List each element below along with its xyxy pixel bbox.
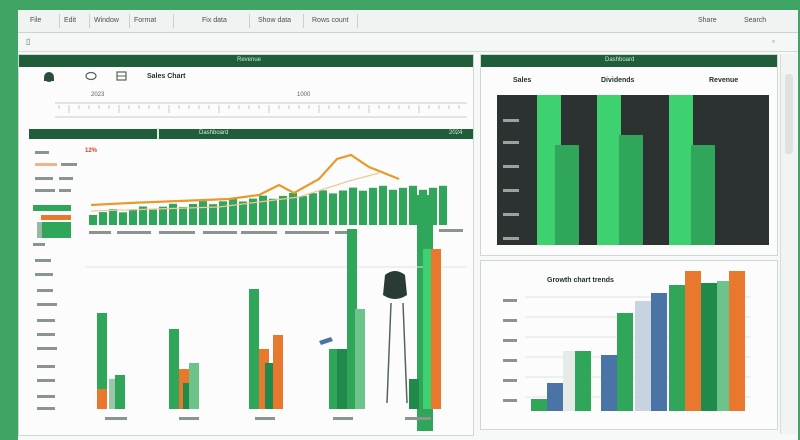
app-window: File Edit Window Format Fix data Show da… bbox=[18, 10, 798, 440]
main-chart-bar bbox=[159, 206, 167, 225]
dark-bar bbox=[669, 95, 693, 245]
growth-bar bbox=[651, 293, 667, 411]
main-chart-bar bbox=[129, 209, 137, 225]
menu-item-edit[interactable]: Edit bbox=[60, 14, 90, 28]
main-chart-bar bbox=[409, 185, 417, 225]
ruler-ticks bbox=[58, 105, 460, 113]
main-chart-bar bbox=[89, 215, 97, 225]
growth-bar bbox=[729, 271, 745, 411]
bottom-bar bbox=[249, 289, 259, 409]
growth-bar bbox=[635, 301, 651, 411]
dark-bar bbox=[691, 145, 715, 245]
main-chart-xlabels bbox=[89, 229, 463, 234]
main-chart-bar bbox=[119, 212, 127, 225]
main-chart-bar bbox=[319, 190, 327, 225]
menu-item-format[interactable]: Format bbox=[130, 14, 174, 28]
left-axis-labels bbox=[35, 151, 77, 192]
growth-bar bbox=[601, 355, 617, 411]
vertical-scrollbar[interactable] bbox=[780, 54, 797, 434]
main-chart-bar bbox=[389, 189, 397, 225]
bottom-bar bbox=[337, 349, 347, 409]
menu-item-window[interactable]: Window bbox=[90, 14, 130, 28]
growth-bar bbox=[547, 383, 563, 411]
sales-chart-label[interactable]: Sales Chart bbox=[147, 73, 186, 80]
menu-item-fix-data[interactable]: Fix data bbox=[198, 14, 250, 28]
bottom-bar bbox=[355, 309, 365, 409]
main-chart-bar bbox=[279, 195, 287, 225]
main-chart-bar bbox=[269, 198, 277, 225]
bottom-bar bbox=[273, 335, 283, 409]
sheet-tab-icon[interactable]: ▯ bbox=[26, 37, 30, 46]
bottom-xlabels bbox=[105, 417, 431, 420]
main-chart-bar bbox=[109, 209, 117, 225]
main-chart-bar bbox=[359, 190, 367, 225]
headset-icon bbox=[44, 72, 54, 82]
growth-bar bbox=[701, 283, 717, 411]
dark-bar bbox=[597, 95, 621, 245]
menu-item-file[interactable]: File bbox=[26, 14, 60, 28]
close-sheet-icon[interactable]: ▫ bbox=[772, 37, 775, 46]
main-chart-bar bbox=[199, 201, 207, 225]
growth-axis-labels bbox=[503, 299, 517, 402]
main-chart-bar bbox=[239, 201, 247, 225]
handheld-device-icon bbox=[383, 271, 408, 404]
left-row-labels bbox=[33, 243, 57, 410]
bottom-bar bbox=[431, 249, 441, 409]
menu-bar: File Edit Window Format Fix data Show da… bbox=[18, 10, 798, 33]
main-chart-bar bbox=[309, 193, 317, 225]
left-pane: Sales Chart 2023 1000 Revenue Dashboard … bbox=[18, 54, 474, 436]
main-chart-bar bbox=[379, 185, 387, 225]
growth-bar bbox=[531, 399, 547, 411]
main-chart-bar bbox=[369, 187, 377, 225]
left-pane-title: Revenue bbox=[237, 57, 262, 63]
grid-icon bbox=[116, 71, 127, 81]
bottom-bar bbox=[409, 379, 419, 409]
ruler-label-left: 2023 bbox=[91, 92, 105, 98]
growth-bar bbox=[669, 285, 685, 411]
legend-percent: 12% bbox=[85, 148, 98, 154]
main-chart-bar bbox=[229, 198, 237, 225]
share-menu[interactable]: Share bbox=[698, 14, 717, 28]
growth-chart bbox=[503, 271, 751, 411]
cloud-icon bbox=[85, 71, 97, 81]
dark-bar bbox=[619, 135, 643, 245]
bottom-bar bbox=[115, 375, 125, 409]
main-chart-bar bbox=[259, 195, 267, 225]
main-chart-bar bbox=[399, 187, 407, 225]
ruler-label-right: 1000 bbox=[297, 92, 311, 98]
main-chart-bar bbox=[339, 190, 347, 225]
main-chart-bar bbox=[149, 209, 157, 225]
tab-strip: ▯ ▫ bbox=[18, 33, 798, 52]
growth-bar bbox=[617, 313, 633, 411]
bottom-bar bbox=[97, 389, 107, 409]
section-bar-label[interactable]: Dashboard bbox=[199, 130, 228, 136]
growth-bar bbox=[685, 271, 701, 411]
main-chart-bar bbox=[169, 203, 177, 225]
growth-bars bbox=[531, 271, 745, 411]
right-dark-chart bbox=[497, 95, 769, 245]
main-chart-bar bbox=[99, 212, 107, 225]
scrollbar-thumb[interactable] bbox=[785, 74, 793, 154]
main-chart-bar bbox=[329, 193, 337, 225]
right-bottom-pane: Growth chart trends bbox=[480, 260, 778, 430]
pen-icon bbox=[319, 337, 333, 345]
section-bar bbox=[29, 129, 473, 139]
dark-bar bbox=[555, 145, 579, 245]
main-chart-bar bbox=[349, 187, 357, 225]
section-bar-right-label: 2024 bbox=[449, 130, 463, 136]
right-top-pane: Sales Dividends Revenue Dashboard bbox=[480, 54, 778, 256]
main-chart-bar bbox=[219, 201, 227, 225]
growth-bar bbox=[575, 351, 591, 411]
search-menu[interactable]: Search bbox=[744, 14, 766, 28]
main-chart-bar bbox=[299, 196, 307, 225]
bottom-bar bbox=[189, 363, 199, 409]
main-chart-bar bbox=[179, 206, 187, 225]
bottom-bar-groups bbox=[97, 229, 441, 409]
bottom-bar bbox=[169, 329, 179, 409]
menu-item-rows-count[interactable]: Rows count bbox=[308, 14, 358, 28]
main-chart-bar bbox=[439, 185, 447, 225]
legend-swatches bbox=[33, 205, 71, 238]
menu-item-show-data[interactable]: Show data bbox=[254, 14, 304, 28]
left-pane-graphics bbox=[29, 71, 473, 431]
